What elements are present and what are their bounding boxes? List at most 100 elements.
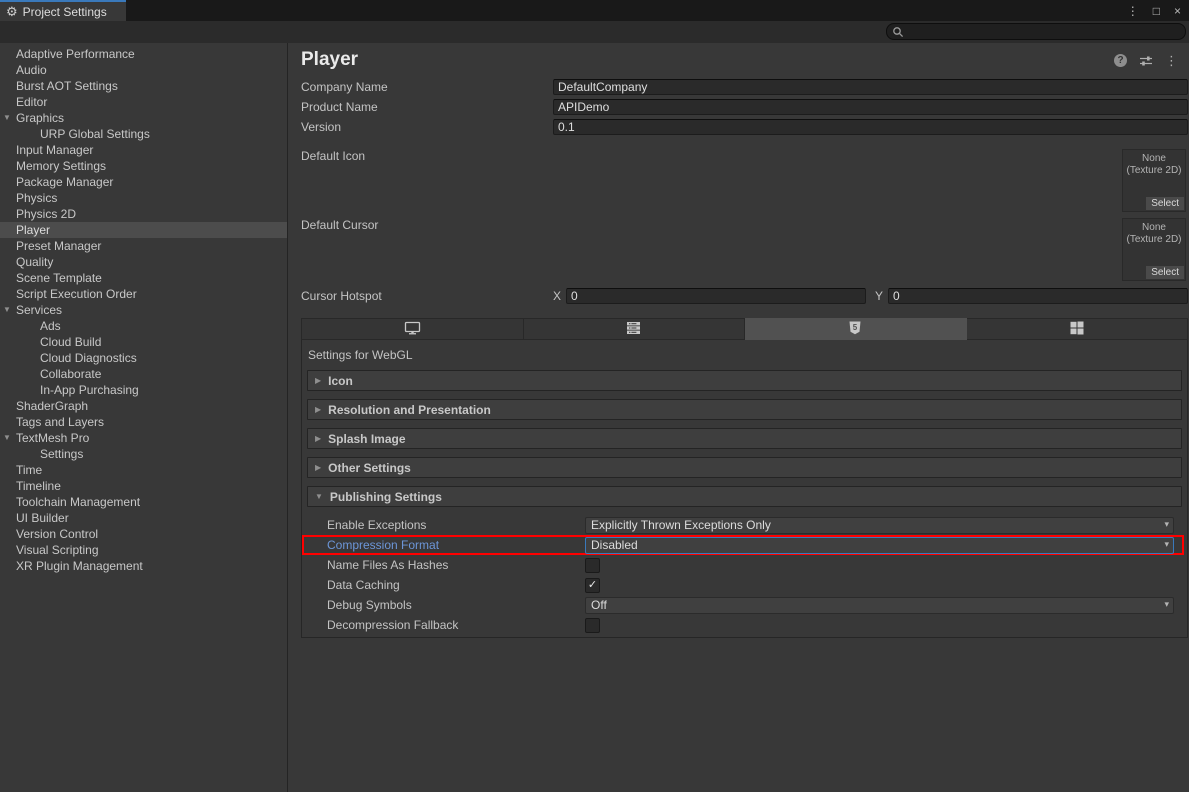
- sidebar-item-preset-manager[interactable]: Preset Manager: [0, 238, 287, 254]
- sidebar-item-adaptive-performance[interactable]: Adaptive Performance: [0, 46, 287, 62]
- sidebar-item-in-app-purchasing[interactable]: In-App Purchasing: [0, 382, 287, 398]
- sidebar-item-settings[interactable]: Settings: [0, 446, 287, 462]
- section-splash-image[interactable]: ▶Splash Image: [307, 428, 1182, 449]
- search-box[interactable]: [886, 23, 1186, 40]
- debug-symbols-dropdown[interactable]: Off▾: [585, 597, 1174, 614]
- section-publishing-settings[interactable]: ▼Publishing Settings: [307, 486, 1182, 507]
- window-tab-project-settings[interactable]: ⚙ Project Settings: [0, 0, 126, 21]
- panel-menu-icon[interactable]: ⋮: [1165, 54, 1178, 67]
- sidebar-item-input-manager[interactable]: Input Manager: [0, 142, 287, 158]
- product-name-field[interactable]: APIDemo: [553, 99, 1188, 115]
- gear-icon: ⚙: [6, 5, 18, 18]
- sidebar-item-shadergraph[interactable]: ShaderGraph: [0, 398, 287, 414]
- sidebar-item-toolchain-management[interactable]: Toolchain Management: [0, 494, 287, 510]
- window-titlebar: ⚙ Project Settings ⋮ □ ×: [0, 0, 1189, 21]
- sidebar-item-script-execution-order[interactable]: Script Execution Order: [0, 286, 287, 302]
- windows-icon: [1070, 321, 1084, 338]
- sidebar-item-time[interactable]: Time: [0, 462, 287, 478]
- sidebar-item-label: Player: [0, 223, 50, 237]
- sidebar-item-cloud-diagnostics[interactable]: Cloud Diagnostics: [0, 350, 287, 366]
- sidebar-item-ui-builder[interactable]: UI Builder: [0, 510, 287, 526]
- sidebar-item-graphics[interactable]: ▼Graphics: [0, 110, 287, 126]
- product-name-label: Product Name: [301, 100, 553, 114]
- publishing-settings-rows: Enable ExceptionsExplicitly Thrown Excep…: [302, 515, 1187, 635]
- sidebar-item-audio[interactable]: Audio: [0, 62, 287, 78]
- sidebar-item-textmesh-pro[interactable]: ▼TextMesh Pro: [0, 430, 287, 446]
- section-label: Other Settings: [328, 461, 411, 475]
- section-resolution-and-presentation[interactable]: ▶ Resolution and Presentation: [307, 399, 1182, 420]
- section-icon[interactable]: ▶ Icon: [307, 370, 1182, 391]
- enable-exceptions-dropdown[interactable]: Explicitly Thrown Exceptions Only▾: [585, 517, 1174, 534]
- sidebar-item-label: Audio: [0, 63, 47, 77]
- sidebar-item-urp-global-settings[interactable]: URP Global Settings: [0, 126, 287, 142]
- section-label: Icon: [328, 374, 353, 388]
- compression-format-dropdown[interactable]: Disabled▾: [585, 537, 1174, 554]
- sidebar-item-label: Scene Template: [0, 271, 102, 285]
- default-icon-object-field[interactable]: None (Texture 2D) Select: [1122, 149, 1186, 212]
- hotspot-y-field[interactable]: 0: [888, 288, 1188, 304]
- foldout-collapsed-icon: ▶: [315, 376, 321, 385]
- platform-tab-dedicated-server[interactable]: [524, 318, 746, 340]
- sidebar-item-xr-plugin-management[interactable]: XR Plugin Management: [0, 558, 287, 574]
- sidebar-item-version-control[interactable]: Version Control: [0, 526, 287, 542]
- platform-tab-webgl[interactable]: 5: [745, 318, 967, 340]
- sidebar-item-label: Adaptive Performance: [0, 47, 135, 61]
- sidebar-item-tags-and-layers[interactable]: Tags and Layers: [0, 414, 287, 430]
- hotspot-x-field[interactable]: 0: [566, 288, 866, 304]
- sidebar-item-physics[interactable]: Physics: [0, 190, 287, 206]
- presets-icon[interactable]: [1139, 55, 1153, 67]
- sidebar-item-editor[interactable]: Editor: [0, 94, 287, 110]
- sidebar-item-memory-settings[interactable]: Memory Settings: [0, 158, 287, 174]
- sidebar-item-ads[interactable]: Ads: [0, 318, 287, 334]
- sidebar-item-visual-scripting[interactable]: Visual Scripting: [0, 542, 287, 558]
- window-menu-icon[interactable]: ⋮: [1127, 5, 1139, 17]
- foldout-expanded-icon[interactable]: ▼: [3, 110, 11, 126]
- search-icon: [892, 26, 904, 38]
- default-cursor-type: (Texture 2D): [1123, 234, 1185, 246]
- sidebar-item-scene-template[interactable]: Scene Template: [0, 270, 287, 286]
- foldout-expanded-icon[interactable]: ▼: [3, 302, 11, 318]
- sidebar-item-collaborate[interactable]: Collaborate: [0, 366, 287, 382]
- close-icon[interactable]: ×: [1174, 5, 1181, 17]
- foldout-expanded-icon[interactable]: ▼: [3, 430, 11, 446]
- sidebar-item-label: In-App Purchasing: [0, 383, 139, 397]
- sidebar-item-timeline[interactable]: Timeline: [0, 478, 287, 494]
- name-files-as-hashes-label: Name Files As Hashes: [327, 558, 585, 572]
- sidebar-item-services[interactable]: ▼Services: [0, 302, 287, 318]
- foldout-collapsed-icon: ▶: [315, 405, 321, 414]
- platform-tab-standalone[interactable]: [301, 318, 524, 340]
- settings-category-sidebar: Adaptive Performance AudioBurst AOT Setti…: [0, 43, 288, 792]
- default-icon-type: (Texture 2D): [1123, 165, 1185, 177]
- decompression-fallback-checkbox[interactable]: [585, 618, 600, 633]
- version-field[interactable]: 0.1: [553, 119, 1188, 135]
- search-input[interactable]: [908, 26, 1180, 38]
- version-row: Version 0.1: [301, 117, 1188, 137]
- compression-format-value: Disabled: [591, 538, 638, 552]
- sidebar-item-cloud-build[interactable]: Cloud Build: [0, 334, 287, 350]
- foldout-expanded-icon: ▼: [315, 492, 323, 501]
- default-cursor-select-button[interactable]: Select: [1146, 266, 1184, 279]
- sidebar-item-quality[interactable]: Quality: [0, 254, 287, 270]
- sidebar-item-label: Version Control: [0, 527, 98, 541]
- sidebar-item-label: Ads: [0, 319, 61, 333]
- section-other-settings[interactable]: ▶Other Settings: [307, 457, 1182, 478]
- section-label: Resolution and Presentation: [328, 403, 491, 417]
- default-cursor-object-field[interactable]: None (Texture 2D) Select: [1122, 218, 1186, 281]
- sidebar-item-package-manager[interactable]: Package Manager: [0, 174, 287, 190]
- help-icon[interactable]: ?: [1114, 54, 1127, 67]
- sidebar-item-burst-aot-settings[interactable]: Burst AOT Settings: [0, 78, 287, 94]
- sidebar-item-player[interactable]: Player: [0, 222, 287, 238]
- default-icon-row: Default Icon None (Texture 2D) Select: [301, 149, 1188, 212]
- name-files-as-hashes-row: Name Files As Hashes: [302, 555, 1187, 575]
- sidebar-item-label: URP Global Settings: [0, 127, 150, 141]
- sidebar-item-label: Quality: [0, 255, 53, 269]
- page-title: Player: [301, 49, 358, 71]
- sidebar-item-physics-2d[interactable]: Physics 2D: [0, 206, 287, 222]
- default-icon-select-button[interactable]: Select: [1146, 197, 1184, 210]
- sidebar-item-label: Preset Manager: [0, 239, 101, 253]
- company-name-field[interactable]: DefaultCompany: [553, 79, 1188, 95]
- platform-tab-windows-store[interactable]: [967, 318, 1189, 340]
- name-files-as-hashes-checkbox[interactable]: [585, 558, 600, 573]
- maximize-icon[interactable]: □: [1153, 5, 1160, 17]
- data-caching-checkbox[interactable]: ✓: [585, 578, 600, 593]
